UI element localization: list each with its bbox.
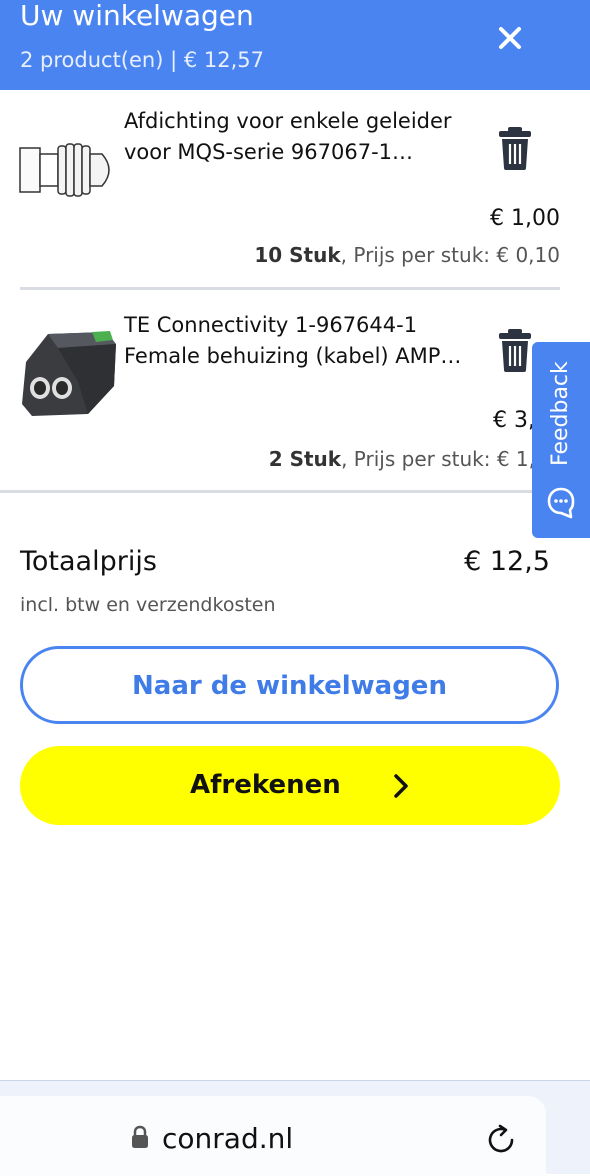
view-cart-button[interactable]: Naar de winkelwagen — [20, 646, 559, 724]
cart-summary: 2 product(en) | € 12,57 — [20, 48, 265, 72]
item-unit-price: , Prijs per stuk: € 0,10 — [340, 243, 560, 267]
item-unit-price: , Prijs per stuk: € 1, — [341, 447, 535, 471]
item-price: € 1,00 — [490, 206, 560, 231]
chevron-right-icon — [394, 774, 408, 798]
item-name[interactable]: TE Connectivity 1-967644-1 Female behuiz… — [124, 310, 474, 372]
item-price: € 3, — [493, 408, 535, 433]
trash-icon[interactable] — [498, 328, 532, 372]
cart-item: Afdichting voor enkele geleider voor MQS… — [0, 100, 590, 290]
total-note: incl. btw en verzendkosten — [20, 594, 276, 616]
cart-header: Uw winkelwagen 2 product(en) | € 12,57 — [0, 0, 590, 90]
chat-bubble-icon — [547, 487, 575, 519]
items-divider — [0, 490, 590, 493]
url-text[interactable]: conrad.nl — [162, 1121, 293, 1157]
connector-housing-product-image — [22, 331, 116, 416]
item-quantity-line: 10 Stuk, Prijs per stuk: € 0,10 — [254, 241, 560, 269]
lock-icon — [132, 1125, 148, 1148]
cart-item: TE Connectivity 1-967644-1 Female behuiz… — [0, 300, 590, 490]
feedback-label: Feedback — [548, 361, 573, 467]
checkout-label: Afrekenen — [190, 770, 341, 800]
close-icon[interactable] — [492, 20, 528, 56]
item-divider — [20, 287, 560, 290]
total-label: Totaalprijs — [20, 546, 157, 577]
trash-icon[interactable] — [498, 126, 532, 170]
total-value: € 12,5 — [464, 546, 550, 577]
browser-address-bar: conrad.nl — [0, 1080, 590, 1176]
item-quantity: 2 Stuk — [268, 447, 342, 471]
feedback-tab[interactable]: Feedback — [532, 342, 590, 538]
item-name[interactable]: Afdichting voor enkele geleider voor MQS… — [124, 106, 474, 168]
seal-product-image — [19, 143, 110, 197]
item-quantity: 10 Stuk — [254, 243, 341, 267]
checkout-button[interactable]: Afrekenen — [20, 746, 560, 825]
cart-title: Uw winkelwagen — [20, 0, 254, 32]
item-quantity-line: 2 Stuk, Prijs per stuk: € 1, — [269, 445, 535, 473]
reload-icon[interactable] — [484, 1123, 518, 1157]
